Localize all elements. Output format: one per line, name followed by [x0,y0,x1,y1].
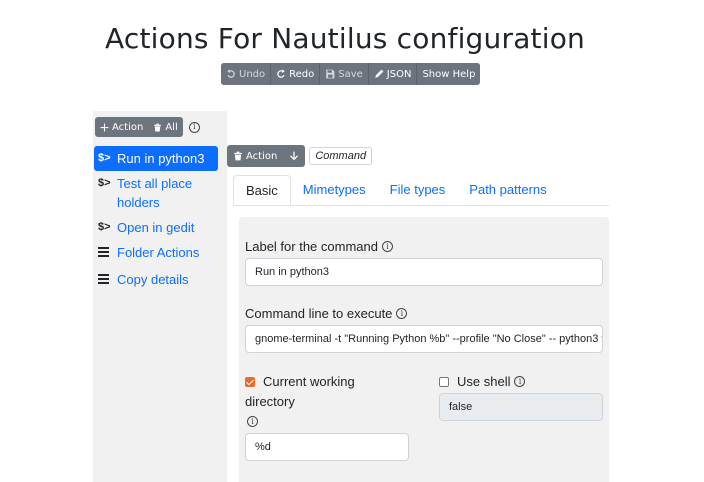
sidebar-item-run-in-python3[interactable]: $> Run in python3 [94,146,218,171]
terminal-icon: $> [98,152,111,164]
action-button-label: Action [246,150,278,162]
sidebar-item-label: Run in python3 [117,151,205,166]
json-button[interactable]: JSON [368,63,418,85]
sidebar-item-copy-details[interactable]: Copy details [94,267,218,294]
add-action-label: Action [112,121,144,133]
use-shell-checkbox[interactable] [439,376,449,387]
tab-basic[interactable]: Basic [233,175,291,205]
delete-all-label: All [165,121,178,133]
info-icon[interactable]: i [381,241,393,252]
cwd-input[interactable]: %d [245,433,409,461]
plus-icon [100,123,109,131]
delete-action-button[interactable]: Action [227,145,283,167]
terminal-icon: $> [98,221,111,233]
action-bar: Action Command [227,145,373,167]
sidebar-item-folder-actions[interactable]: Folder Actions [94,240,218,267]
command-line-heading: Command line to execute i [245,306,408,321]
sidebar-item-open-in-gedit[interactable]: $> Open in gedit [94,215,218,240]
command-line-input[interactable]: gnome-terminal -t "Running Python %b" --… [245,325,603,353]
action-type-badge: Command [309,147,373,165]
page-title: Actions For Nautilus configuration [105,22,585,55]
sidebar-item-label: Folder Actions [117,245,200,260]
info-icon[interactable]: i [188,121,200,133]
json-label: JSON [386,68,412,80]
cwd-heading: Current working [245,374,355,389]
use-shell-label: Use shell [457,374,511,389]
info-icon[interactable]: i [514,376,526,387]
command-label-heading: Label for the command i [245,239,393,254]
info-icon[interactable]: i [247,416,258,427]
trash-icon [234,151,242,161]
action-button-group: Action [227,145,306,167]
command-line-text: Command line to execute [245,306,393,321]
show-help-label: Show Help [422,68,476,80]
redo-label: Redo [289,68,315,80]
tab-file-types[interactable]: File types [378,175,458,205]
save-label: Save [338,68,363,80]
use-shell-heading: Use shell i [439,374,526,389]
redo-button[interactable]: Redo [271,63,321,85]
cwd-label-line1: Current working [263,374,355,389]
sidebar-item-label: Open in gedit [117,220,195,235]
command-label-input[interactable]: Run in python3 [245,258,603,286]
cwd-checkbox[interactable] [245,376,255,387]
cwd-info: i [247,416,258,427]
tab-path-patterns[interactable]: Path patterns [457,175,558,205]
sidebar-item-test-all-place-holders[interactable]: $> Test all place holders [94,171,218,215]
menu-icon [98,270,112,291]
undo-button[interactable]: Undo [221,63,272,85]
pencil-icon [375,69,384,78]
sidebar-item-label: Test all place holders [117,176,193,210]
editor-tabs: Basic Mimetypes File types Path patterns [233,175,609,206]
sidebar-item-label: Copy details [117,272,189,287]
terminal-icon: $> [98,177,111,189]
sidebar-tools: Action All i [95,117,200,137]
undo-icon [227,69,235,78]
add-action-button[interactable]: Action [95,117,148,137]
floppy-icon [326,69,335,79]
action-list: $> Run in python3 $> Test all place hold… [94,146,218,294]
move-down-button[interactable] [283,145,305,167]
show-help-button[interactable]: Show Help [417,63,481,85]
trash-icon [154,123,162,131]
sidebar-button-group: Action All [95,117,183,137]
save-button[interactable]: Save [320,63,369,85]
info-icon[interactable]: i [396,308,408,319]
delete-all-button[interactable]: All [148,117,182,137]
redo-icon [277,69,285,78]
undo-label: Undo [239,68,266,80]
cwd-label-line2: directory [245,394,295,409]
cwd-heading-line2: directory [245,394,295,409]
main-toolbar: Undo Redo Save JSON Show Help [221,63,481,85]
menu-icon [98,243,112,264]
use-shell-value: false [439,393,603,421]
command-label-text: Label for the command [245,239,378,254]
arrow-down-icon [290,151,299,161]
tab-mimetypes[interactable]: Mimetypes [291,175,378,205]
